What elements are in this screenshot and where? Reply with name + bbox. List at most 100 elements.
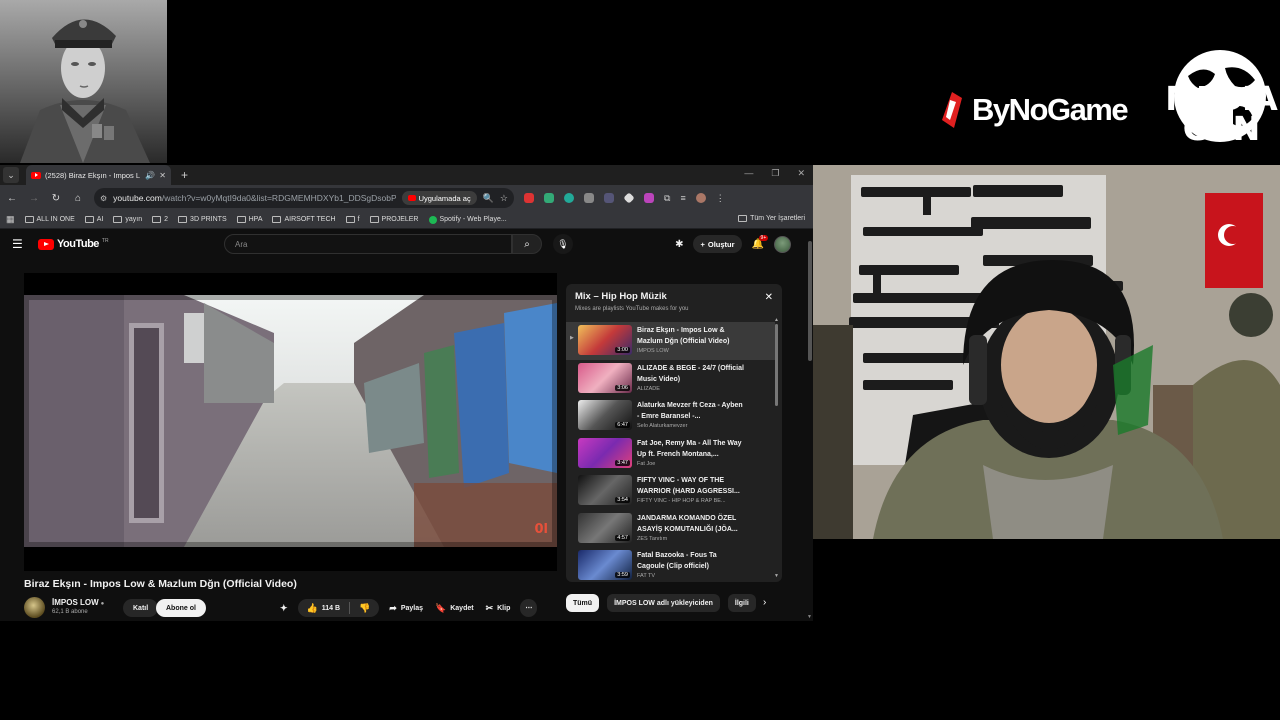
notifications-button[interactable]: 🔔 9+ xyxy=(752,234,769,250)
dislike-button[interactable]: 👎 xyxy=(350,599,379,617)
star-icon[interactable]: ☆ xyxy=(500,193,508,204)
site-info-icon[interactable]: ⚙ xyxy=(100,194,107,203)
speaker-icon[interactable]: 🔊 xyxy=(145,171,155,180)
bookmark-folder[interactable]: ALL IN ONE xyxy=(24,216,75,223)
bookmark-folder[interactable]: f xyxy=(345,216,360,223)
extension-icon[interactable] xyxy=(524,193,534,203)
video-thumbnail[interactable]: 4:57 xyxy=(578,512,632,543)
playlist-item[interactable]: 3:59 Fatal Bazooka - Fous Ta Cagoule (Cl… xyxy=(566,547,775,582)
minimize-icon[interactable]: — xyxy=(744,168,753,179)
video-thumbnail[interactable]: 3:59 xyxy=(578,550,632,580)
video-title[interactable]: Biraz Ekşın - Impos Low & Mazlum Dğn (Of… xyxy=(637,325,745,347)
bookmark-folder[interactable]: PROJELER xyxy=(369,216,419,223)
playlist-item[interactable]: 6:47 Alaturka Mevzer ft Ceza - Ayben - E… xyxy=(566,397,775,435)
chip-related[interactable]: İlgili xyxy=(727,594,756,612)
video-thumbnail[interactable]: 3:00 xyxy=(578,325,632,355)
extension-icon[interactable] xyxy=(544,193,554,203)
search-button[interactable]: ⌕ xyxy=(512,234,542,254)
folder-icon xyxy=(24,216,34,223)
extension-icon[interactable] xyxy=(604,193,614,203)
channel-name[interactable]: İMPOS LOW ● xyxy=(52,598,104,607)
video-title[interactable]: Fatal Bazooka - Fous Ta Cagoule (Clip of… xyxy=(637,550,745,572)
verified-icon: ● xyxy=(100,601,105,607)
video-title[interactable]: Fat Joe, Remy Ma - All The Way Up ft. Fr… xyxy=(637,438,745,460)
bookmark-folder[interactable]: AIRSOFT TECH xyxy=(272,216,336,223)
video-thumbnail[interactable]: 3:06 xyxy=(578,362,632,393)
puzzle-icon[interactable]: ✱ xyxy=(675,239,683,250)
scroll-down-icon[interactable]: ▼ xyxy=(807,614,812,620)
video-thumbnail[interactable]: 3:47 xyxy=(578,437,632,468)
folder-icon xyxy=(84,216,94,223)
playlist-item[interactable]: 3:54 FIFTY VINC - WAY OF THE WARRIOR (HA… xyxy=(566,472,775,510)
bookmark-folder[interactable]: 3D PRINTS xyxy=(178,216,227,223)
save-button[interactable]: 🔖 Kaydet xyxy=(433,599,476,617)
subscribe-button[interactable]: Abone ol xyxy=(156,599,206,617)
video-thumbnail[interactable]: 3:54 xyxy=(578,475,632,505)
youtube-logo[interactable]: YouTube TR xyxy=(38,238,109,250)
bookmark-folder[interactable]: 2 xyxy=(152,216,168,223)
bookmark-folder[interactable]: yayın xyxy=(113,216,142,223)
channel-avatar[interactable] xyxy=(24,597,45,618)
video-thumbnail[interactable]: 6:47 xyxy=(578,400,632,430)
puzzle-icon[interactable]: ⧉ xyxy=(664,193,670,204)
more-actions-button[interactable]: ⋯ xyxy=(520,599,538,617)
video-title[interactable]: JANDARMA KOMANDO ÖZEL ASAYİŞ KOMUTANLIĞI… xyxy=(637,513,745,535)
address-bar[interactable]: ⚙ youtube.com/watch?v=w0yMqtI9da0&list=R… xyxy=(94,188,514,208)
playlist-item[interactable]: 4:57 JANDARMA KOMANDO ÖZEL ASAYİŞ KOMUTA… xyxy=(566,510,775,548)
forward-icon[interactable]: → xyxy=(28,193,40,204)
mic-button[interactable]: 🎙 xyxy=(553,234,573,254)
duration-badge: 3:06 xyxy=(615,384,630,391)
close-window-icon[interactable]: ✕ xyxy=(797,168,805,179)
maximize-icon[interactable]: ❐ xyxy=(771,168,779,179)
like-button[interactable]: 👍 114 B xyxy=(298,599,350,617)
create-button[interactable]: + Oluştur xyxy=(693,235,742,253)
hamburger-menu-icon[interactable]: ☰ xyxy=(12,237,26,251)
extension-icon[interactable] xyxy=(644,193,654,203)
menu-icon[interactable]: ⋮ xyxy=(716,193,725,204)
extension-icon[interactable] xyxy=(623,192,635,204)
video-title[interactable]: ALIZADE & BEGE - 24/7 (Official Music Vi… xyxy=(637,363,745,385)
channel-name-text: İMPOS LOW xyxy=(52,598,99,607)
ask-button[interactable]: ✦ xyxy=(278,599,290,617)
share-button[interactable]: ➦ Paylaş xyxy=(387,599,425,617)
bookmark-spotify[interactable]: Spotify - Web Playe... xyxy=(428,215,507,224)
zoom-icon[interactable]: 🔍 xyxy=(483,193,494,204)
close-tab-icon[interactable]: ✕ xyxy=(159,171,166,180)
avatar[interactable] xyxy=(774,235,791,253)
playlist-scrollbar[interactable] xyxy=(775,324,778,406)
video-title[interactable]: Alaturka Mevzer ft Ceza - Ayben - Emre B… xyxy=(637,400,745,422)
playlist-item[interactable]: 3:06 ALIZADE & BEGE - 24/7 (Official Mus… xyxy=(566,360,775,398)
url-text[interactable]: youtube.com/watch?v=w0yMqtI9da0&list=RDG… xyxy=(113,193,395,203)
reload-icon[interactable]: ↻ xyxy=(50,193,62,204)
bookmark-folder[interactable]: AI xyxy=(84,216,103,223)
chip-all[interactable]: Tümü xyxy=(566,594,600,612)
bookmark-label: AIRSOFT TECH xyxy=(284,216,336,223)
new-tab-button[interactable]: + xyxy=(181,168,188,182)
playlist-item[interactable]: ▶ 3:00 Biraz Ekşın - Impos Low & Mazlum … xyxy=(566,322,775,360)
chip-from-uploader[interactable]: İMPOS LOW adlı yükleyiciden xyxy=(607,594,720,612)
video-channel: FIFTY VINC - HIP HOP & RAP BE... xyxy=(637,498,726,504)
page-scrollbar[interactable] xyxy=(808,241,812,361)
all-bookmarks[interactable]: Tüm Yer İşaretleri xyxy=(738,215,805,222)
profile-icon[interactable] xyxy=(695,193,706,203)
playlist-item[interactable]: 3:47 Fat Joe, Remy Ma - All The Way Up f… xyxy=(566,435,775,473)
tab-search-button[interactable]: ⌄ xyxy=(3,167,19,183)
join-button[interactable]: Katıl xyxy=(123,599,159,617)
clip-button[interactable]: ✂ Klip xyxy=(484,599,513,617)
apps-icon[interactable]: ▦ xyxy=(6,214,15,225)
video-title[interactable]: FIFTY VINC - WAY OF THE WARRIOR (HARD AG… xyxy=(637,475,745,497)
shield-icon[interactable] xyxy=(584,193,594,203)
home-icon[interactable]: ⌂ xyxy=(72,193,84,204)
tab-youtube[interactable]: (2528) Biraz Ekşın - Impos L 🔊 ✕ xyxy=(26,165,171,185)
back-icon[interactable]: ← xyxy=(6,193,18,204)
plus-icon: + xyxy=(700,239,705,249)
bookmark-folder[interactable]: HPA xyxy=(236,216,262,223)
chevron-right-icon[interactable]: › xyxy=(763,597,766,608)
open-in-app-button[interactable]: Uygulamada aç xyxy=(401,191,477,205)
extension-icon[interactable] xyxy=(564,193,574,203)
video-meta: FIFTY VINC - WAY OF THE WARRIOR (HARD AG… xyxy=(637,475,745,504)
close-icon[interactable]: ✕ xyxy=(765,292,773,303)
video-player[interactable]: 0l xyxy=(24,273,557,571)
search-input[interactable]: Ara xyxy=(224,234,512,254)
media-icon[interactable]: ≡ xyxy=(680,193,685,203)
